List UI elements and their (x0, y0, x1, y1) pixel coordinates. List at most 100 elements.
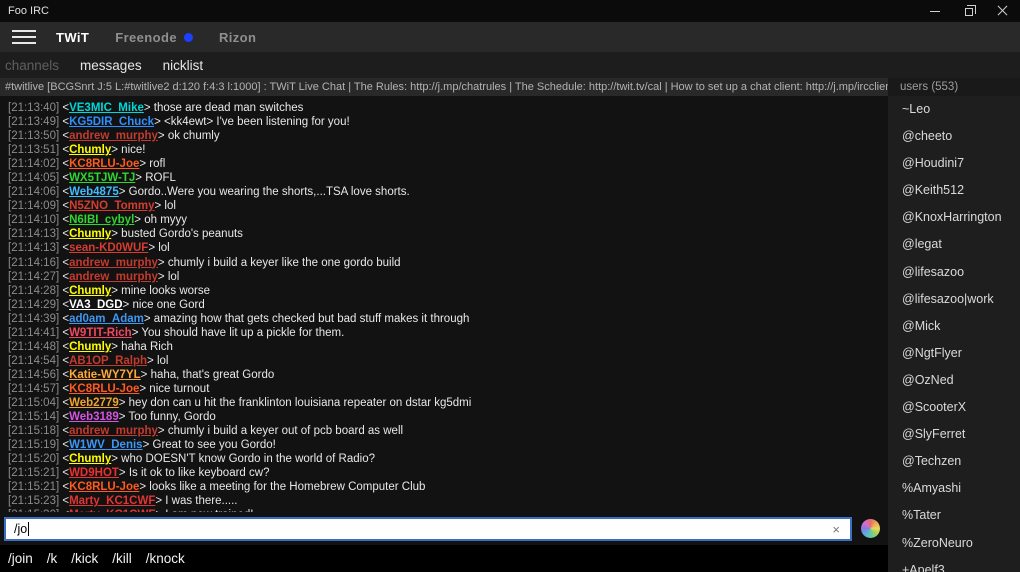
nick-bracket-close: > (158, 425, 168, 437)
nickname[interactable]: W9TIT-Rich (69, 327, 132, 339)
nickname[interactable]: N5ZNO_Tommy (69, 200, 154, 212)
view-tab-channels[interactable]: channels (5, 58, 59, 73)
user-list-item[interactable]: @KnoxHarrington (888, 204, 1020, 231)
message-timestamp: [21:14:54] (8, 355, 62, 367)
nickname[interactable]: VE3MIC_Mike (69, 102, 144, 114)
user-list-item[interactable]: %Tater (888, 502, 1020, 529)
message-timestamp: [21:14:48] (8, 341, 62, 353)
message-text: lol (157, 355, 169, 367)
nickname[interactable]: Web4875 (69, 186, 119, 198)
user-list-item[interactable]: @legat (888, 231, 1020, 258)
command-suggestion-k[interactable]: /k (47, 551, 58, 566)
nickname[interactable]: W1WV_Denis (69, 439, 143, 451)
nickname[interactable]: sean-KD0WUF (69, 242, 148, 254)
message-timestamp: [21:14:10] (8, 214, 62, 226)
user-list-item[interactable]: @cheeto (888, 123, 1020, 150)
message-text: ok chumly (168, 130, 220, 142)
message-text: nice one Gord (132, 299, 204, 311)
hamburger-menu-icon[interactable] (12, 30, 36, 44)
nickname[interactable]: AB1OP_Ralph (69, 355, 147, 367)
nickname[interactable]: Chumly (69, 453, 111, 465)
message-text: chumly i build a keyer like the one gord… (168, 257, 401, 269)
message-timestamp: [21:15:20] (8, 453, 62, 465)
nick-bracket-close: > (144, 102, 154, 114)
message-input[interactable]: /jo × (4, 517, 852, 541)
nickname[interactable]: WX5TJW-TJ (69, 172, 135, 184)
nickname[interactable]: andrew_murphy (69, 425, 158, 437)
chat-message-area[interactable]: [21:13:40] <VE3MIC_Mike> those are dead … (0, 96, 888, 572)
restore-button[interactable] (952, 0, 986, 22)
nickname[interactable]: Web2779 (69, 397, 119, 409)
minimize-button[interactable] (918, 0, 952, 22)
nickname[interactable]: Chumly (69, 341, 111, 353)
close-button[interactable] (986, 0, 1020, 22)
command-suggestion-bar: /join/k/kick/kill/knock (0, 545, 888, 572)
view-tab-messages[interactable]: messages (80, 58, 142, 73)
message-text: Is it ok to like keyboard cw? (129, 467, 270, 479)
nickname[interactable]: ad0am_Adam (69, 313, 144, 325)
input-value: /jo (14, 522, 27, 536)
nickname[interactable]: WD9HOT (69, 467, 119, 479)
nickname[interactable]: Chumly (69, 285, 111, 297)
message-text: mine looks worse (121, 285, 210, 297)
nickname[interactable]: KC8RLU-Joe (69, 481, 139, 493)
user-list-item[interactable]: @OzNed (888, 367, 1020, 394)
command-suggestion-kick[interactable]: /kick (71, 551, 98, 566)
message-text: busted Gordo's peanuts (121, 228, 243, 240)
server-tabs: TWiT Freenode Rizon (56, 30, 282, 45)
nick-bracket-close: > (139, 481, 149, 493)
message-timestamp: [21:14:06] (8, 186, 62, 198)
message-timestamp: [21:15:23] (8, 495, 62, 507)
user-list-item[interactable]: @lifesazoo (888, 259, 1020, 286)
chat-message: [21:14:48] <Chumly> haha Rich (8, 340, 888, 354)
message-timestamp: [21:15:21] (8, 481, 62, 493)
user-list-item[interactable]: @Houdini7 (888, 150, 1020, 177)
nickname[interactable]: andrew_murphy (69, 257, 158, 269)
nickname[interactable]: KG5DIR_Chuck (69, 116, 154, 128)
nickname[interactable]: Chumly (69, 144, 111, 156)
user-list-item[interactable]: @ScooterX (888, 394, 1020, 421)
nick-bracket-close: > (111, 144, 121, 156)
server-tab-freenode[interactable]: Freenode (115, 30, 193, 45)
user-list-item[interactable]: +Apelf3 (888, 557, 1020, 572)
title-bar: Foo IRC (0, 0, 1020, 22)
nickname[interactable]: andrew_murphy (69, 130, 158, 142)
nickname[interactable]: KC8RLU-Joe (69, 383, 139, 395)
command-suggestion-kill[interactable]: /kill (112, 551, 132, 566)
nickname[interactable]: N6IBI_cybyl (69, 214, 134, 226)
user-list-item[interactable]: @Keith512 (888, 177, 1020, 204)
text-caret (28, 522, 29, 536)
command-suggestion-knock[interactable]: /knock (146, 551, 185, 566)
server-tab-rizon[interactable]: Rizon (219, 30, 256, 45)
message-text: lol (164, 200, 176, 212)
nick-bracket-close: > (144, 313, 154, 325)
topic-bar: #twitlive [BCGSnrt J:5 L:#twitlive2 d:12… (0, 78, 888, 96)
view-tab-nicklist[interactable]: nicklist (163, 58, 204, 73)
nickname[interactable]: Web3189 (69, 411, 119, 423)
nickname[interactable]: VA3_DGD (69, 299, 122, 311)
message-timestamp: [21:13:40] (8, 102, 62, 114)
color-picker-icon[interactable] (861, 519, 880, 538)
message-text: haha, that's great Gordo (151, 369, 275, 381)
nick-bracket-close: > (119, 397, 129, 409)
user-list-item[interactable]: @NgtFlyer (888, 340, 1020, 367)
message-text: rofl (149, 158, 165, 170)
user-list-item[interactable]: @lifesazoo|work (888, 286, 1020, 313)
server-tab-twit[interactable]: TWiT (56, 30, 89, 45)
nickname[interactable]: andrew_murphy (69, 271, 158, 283)
user-list-item[interactable]: ~Leo (888, 96, 1020, 123)
chat-message: [21:14:54] <AB1OP_Ralph> lol (8, 354, 888, 368)
nickname[interactable]: Chumly (69, 228, 111, 240)
nickname[interactable]: Katie-WY7YL (69, 369, 141, 381)
command-suggestion-join[interactable]: /join (8, 551, 33, 566)
nickname[interactable]: KC8RLU-Joe (69, 158, 139, 170)
server-tab-label: Freenode (115, 30, 177, 45)
user-list-item[interactable]: %Amyashi (888, 475, 1020, 502)
clear-input-icon[interactable]: × (832, 521, 840, 539)
user-list-item[interactable]: @Techzen (888, 448, 1020, 475)
user-list-item[interactable]: %ZeroNeuro (888, 530, 1020, 557)
user-list-item[interactable]: @Mick (888, 313, 1020, 340)
nickname[interactable]: Marty_KC1CWF (69, 495, 155, 507)
user-list-item[interactable]: @SlyFerret (888, 421, 1020, 448)
message-text: chumly i build a keyer out of pcb board … (168, 425, 403, 437)
